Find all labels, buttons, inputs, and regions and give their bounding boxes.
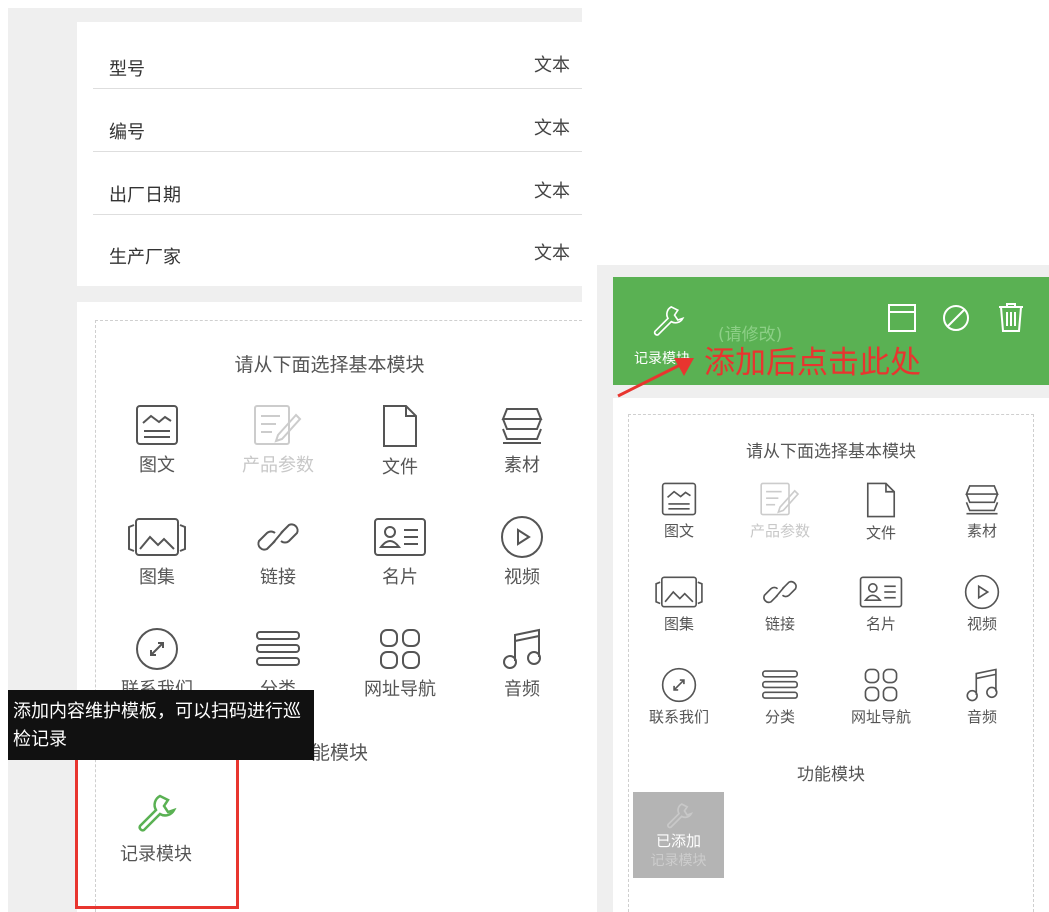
module-label: 产品参数	[749, 522, 810, 540]
disable-icon[interactable]	[941, 303, 971, 333]
material-icon	[965, 485, 999, 515]
added-sub-label: 记录模块	[650, 853, 707, 869]
module-label: 图文	[139, 455, 175, 476]
row-label: 出厂日期	[109, 185, 181, 206]
module-audio[interactable]: 音频	[467, 627, 577, 701]
arrow-icon	[617, 358, 694, 398]
module-label: 图集	[663, 615, 694, 633]
module-label: 链接	[260, 567, 296, 588]
row-value[interactable]: 文本	[534, 177, 570, 203]
video-icon	[964, 574, 1000, 610]
contact-icon	[136, 628, 178, 670]
audio-icon	[966, 668, 998, 702]
module-label: 文件	[865, 524, 896, 542]
product-params-icon	[760, 482, 800, 516]
module-label: 链接	[764, 615, 795, 633]
module-gallery[interactable]: 图集	[631, 574, 727, 634]
module-label: 视频	[504, 567, 540, 588]
module-label: 音频	[504, 679, 540, 700]
category-icon	[762, 670, 798, 699]
module-label: 分类	[764, 708, 795, 726]
table-row[interactable]: 编号 文本	[93, 90, 582, 152]
url-nav-icon	[380, 629, 420, 669]
gallery-icon	[655, 576, 703, 608]
module-label: 网址导航	[850, 708, 911, 726]
function-modules-title: 功能模块	[797, 765, 865, 785]
module-url-nav[interactable]: 网址导航	[345, 627, 455, 701]
added-record-module: 已添加 记录模块	[633, 792, 724, 878]
business-card-icon	[859, 576, 903, 608]
module-file[interactable]: 文件	[345, 403, 455, 479]
module-label: 素材	[504, 455, 540, 476]
module-file[interactable]: 文件	[833, 481, 929, 543]
annotation-text: 添加后点击此处	[704, 345, 921, 381]
material-icon	[501, 408, 543, 444]
tooltip: 添加内容维护模板，可以扫码进行巡检记录	[8, 690, 314, 760]
file-icon	[866, 482, 896, 518]
module-image-text[interactable]: 图文	[102, 403, 212, 477]
product-params-icon	[254, 405, 302, 445]
module-business-card[interactable]: 名片	[833, 574, 929, 634]
module-video[interactable]: 视频	[934, 574, 1030, 634]
module-contact[interactable]: 联系我们	[631, 667, 727, 727]
contact-icon	[661, 667, 697, 703]
table-row[interactable]: 出厂日期 文本	[93, 153, 582, 215]
module-product-params: 产品参数	[223, 403, 333, 477]
module-business-card[interactable]: 名片	[345, 515, 455, 589]
row-value[interactable]: 文本	[534, 114, 570, 140]
file-icon	[383, 405, 417, 447]
trash-icon[interactable]	[996, 301, 1026, 333]
module-label: 音频	[966, 708, 997, 726]
module-url-nav[interactable]: 网址导航	[833, 667, 929, 727]
module-product-params: 产品参数	[732, 481, 828, 541]
module-link[interactable]: 链接	[223, 515, 333, 589]
video-icon	[501, 516, 543, 558]
business-card-icon	[374, 518, 426, 556]
image-text-icon	[661, 482, 697, 516]
row-value[interactable]: 文本	[534, 239, 570, 265]
module-material[interactable]: 素材	[467, 403, 577, 477]
module-link[interactable]: 链接	[732, 574, 828, 634]
basic-modules-title: 请从下面选择基本模块	[234, 354, 425, 376]
module-label: 图文	[663, 522, 694, 540]
image-text-icon	[136, 405, 178, 445]
row-label: 生产厂家	[109, 247, 181, 268]
gallery-icon	[128, 518, 186, 556]
row-value[interactable]: 文本	[534, 51, 570, 77]
module-label: 名片	[865, 615, 896, 633]
basic-modules-title: 请从下面选择基本模块	[746, 442, 916, 462]
audio-icon	[503, 628, 541, 669]
wrench-icon	[667, 803, 693, 829]
module-label: 视频	[966, 615, 997, 633]
module-label: 网址导航	[364, 679, 436, 700]
highlight-box	[75, 741, 239, 909]
url-nav-icon	[864, 668, 898, 702]
attribute-table: 型号 文本 编号 文本 出厂日期 文本 生产厂家 文本	[77, 22, 582, 286]
module-label: 素材	[966, 522, 997, 540]
module-label: 名片	[382, 567, 418, 588]
link-icon	[763, 580, 797, 604]
module-gallery[interactable]: 图集	[102, 515, 212, 589]
function-modules-title: 能模块	[311, 742, 369, 764]
link-icon	[257, 523, 299, 551]
module-material[interactable]: 素材	[934, 481, 1030, 541]
row-label: 型号	[109, 59, 145, 80]
window-icon[interactable]	[887, 303, 917, 333]
module-image-text[interactable]: 图文	[631, 481, 727, 541]
module-label: 文件	[382, 457, 418, 478]
row-label: 编号	[109, 122, 145, 143]
module-audio[interactable]: 音频	[934, 667, 1030, 727]
wrench-icon	[653, 305, 685, 336]
module-category[interactable]: 分类	[732, 667, 828, 727]
module-video[interactable]: 视频	[467, 515, 577, 589]
category-icon	[256, 631, 300, 666]
module-label: 产品参数	[242, 455, 314, 476]
table-row[interactable]: 生产厂家 文本	[93, 215, 582, 277]
added-label: 已添加	[655, 832, 701, 850]
module-label: 联系我们	[648, 708, 709, 726]
table-row[interactable]: 型号 文本	[93, 27, 582, 89]
module-label: 图集	[139, 567, 175, 588]
